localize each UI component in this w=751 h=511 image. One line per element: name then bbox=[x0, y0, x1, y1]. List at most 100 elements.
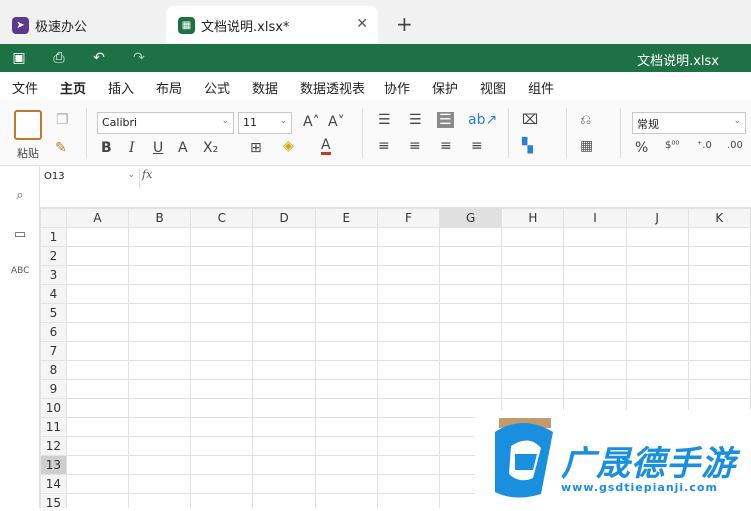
select-all-corner[interactable] bbox=[40, 208, 67, 228]
align-left-icon[interactable]: ≡ bbox=[378, 138, 390, 154]
cell[interactable] bbox=[128, 436, 192, 456]
cell[interactable] bbox=[65, 379, 130, 399]
cell[interactable] bbox=[65, 303, 130, 323]
cell[interactable] bbox=[252, 284, 316, 304]
row-header[interactable]: 15 bbox=[40, 493, 67, 508]
cell[interactable] bbox=[65, 474, 130, 494]
cell[interactable] bbox=[376, 303, 441, 323]
cell[interactable] bbox=[501, 227, 565, 247]
row-header[interactable]: 7 bbox=[40, 341, 67, 361]
cell[interactable] bbox=[128, 303, 192, 323]
cell[interactable] bbox=[376, 246, 441, 266]
cell[interactable] bbox=[128, 455, 192, 475]
cell[interactable] bbox=[625, 284, 689, 304]
cell[interactable] bbox=[128, 227, 192, 247]
number-format-select[interactable]: 常规 ⌄ bbox=[632, 112, 746, 134]
font-family-select[interactable]: Calibri ⌄ bbox=[97, 112, 234, 134]
cell[interactable] bbox=[439, 284, 503, 304]
orientation-icon[interactable]: ab↗ bbox=[468, 112, 497, 128]
column-header[interactable]: H bbox=[501, 208, 565, 228]
cell[interactable] bbox=[625, 341, 689, 361]
cell[interactable] bbox=[252, 455, 316, 475]
increase-font-icon[interactable]: A˄ bbox=[303, 114, 320, 130]
cell[interactable] bbox=[501, 265, 565, 285]
cell[interactable] bbox=[439, 265, 503, 285]
cell[interactable] bbox=[563, 227, 627, 247]
align-bottom-icon[interactable]: ☰ bbox=[437, 112, 454, 128]
column-header[interactable]: D bbox=[252, 208, 316, 228]
cell[interactable] bbox=[190, 341, 254, 361]
cell[interactable] bbox=[687, 341, 751, 361]
cell[interactable] bbox=[190, 398, 254, 418]
cell[interactable] bbox=[625, 360, 689, 380]
cell[interactable] bbox=[501, 341, 565, 361]
cell[interactable] bbox=[625, 303, 689, 323]
cell[interactable] bbox=[687, 303, 751, 323]
menu-collaborate[interactable]: 协作 bbox=[384, 78, 410, 97]
cell[interactable] bbox=[128, 398, 192, 418]
cell[interactable] bbox=[376, 360, 441, 380]
row-header[interactable]: 6 bbox=[40, 322, 67, 342]
percent-icon[interactable]: % bbox=[635, 140, 648, 156]
cell[interactable] bbox=[687, 322, 751, 342]
tab-home[interactable]: ➤ 极速办公 bbox=[0, 6, 162, 44]
menu-layout[interactable]: 布局 bbox=[156, 78, 182, 97]
cell[interactable] bbox=[252, 379, 316, 399]
cell[interactable] bbox=[128, 284, 192, 304]
cell[interactable] bbox=[376, 284, 441, 304]
cell[interactable] bbox=[190, 455, 254, 475]
cell[interactable] bbox=[376, 265, 441, 285]
cell[interactable] bbox=[439, 379, 503, 399]
strikethrough-icon[interactable]: A bbox=[178, 140, 188, 156]
cell[interactable] bbox=[128, 341, 192, 361]
cell[interactable] bbox=[314, 227, 378, 247]
cell[interactable] bbox=[376, 341, 441, 361]
cell[interactable] bbox=[439, 341, 503, 361]
cell[interactable] bbox=[252, 303, 316, 323]
font-color-button[interactable]: A bbox=[321, 138, 331, 155]
tab-document[interactable]: ▦ 文档说明.xlsx* ✕ bbox=[166, 6, 378, 44]
row-header[interactable]: 9 bbox=[40, 379, 67, 399]
cell[interactable] bbox=[687, 246, 751, 266]
align-top-icon[interactable]: ☰ bbox=[378, 112, 391, 128]
menu-insert[interactable]: 插入 bbox=[108, 78, 134, 97]
cell[interactable] bbox=[376, 417, 441, 437]
menu-components[interactable]: 组件 bbox=[528, 78, 554, 97]
cell[interactable] bbox=[501, 379, 565, 399]
align-center-icon[interactable]: ≡ bbox=[409, 138, 421, 154]
cell[interactable] bbox=[376, 398, 441, 418]
cell[interactable] bbox=[128, 360, 192, 380]
align-middle-icon[interactable]: ☰ bbox=[409, 112, 422, 128]
menu-file[interactable]: 文件 bbox=[12, 78, 38, 97]
cell[interactable] bbox=[687, 284, 751, 304]
cell[interactable] bbox=[252, 398, 316, 418]
cell[interactable] bbox=[314, 493, 378, 508]
border-icon[interactable]: ⊞ bbox=[250, 140, 262, 156]
row-header[interactable]: 14 bbox=[40, 474, 67, 494]
cell[interactable] bbox=[501, 322, 565, 342]
save-icon[interactable]: ▣ bbox=[10, 49, 28, 67]
underline-button[interactable]: U bbox=[153, 140, 163, 156]
cell[interactable] bbox=[65, 322, 130, 342]
align-right-icon[interactable]: ≡ bbox=[440, 138, 452, 154]
search-icon[interactable]: ⌕ bbox=[11, 188, 29, 206]
cell[interactable] bbox=[376, 455, 441, 475]
new-tab-button[interactable]: + bbox=[396, 12, 413, 36]
cell[interactable] bbox=[314, 322, 378, 342]
cell[interactable] bbox=[252, 360, 316, 380]
cell[interactable] bbox=[65, 455, 130, 475]
menu-protect[interactable]: 保护 bbox=[432, 78, 458, 97]
function-icon[interactable]: fx bbox=[142, 168, 160, 186]
column-header[interactable]: G bbox=[439, 208, 503, 228]
cell[interactable] bbox=[65, 284, 130, 304]
column-header[interactable]: K bbox=[687, 208, 751, 228]
cell[interactable] bbox=[252, 341, 316, 361]
merge-cells-icon[interactable]: ▚ bbox=[522, 138, 533, 154]
cell[interactable] bbox=[563, 322, 627, 342]
cell[interactable] bbox=[252, 265, 316, 285]
cell[interactable] bbox=[252, 436, 316, 456]
cell[interactable] bbox=[314, 341, 378, 361]
menu-data[interactable]: 数据 bbox=[252, 78, 278, 97]
cell[interactable] bbox=[65, 246, 130, 266]
cell[interactable] bbox=[563, 246, 627, 266]
